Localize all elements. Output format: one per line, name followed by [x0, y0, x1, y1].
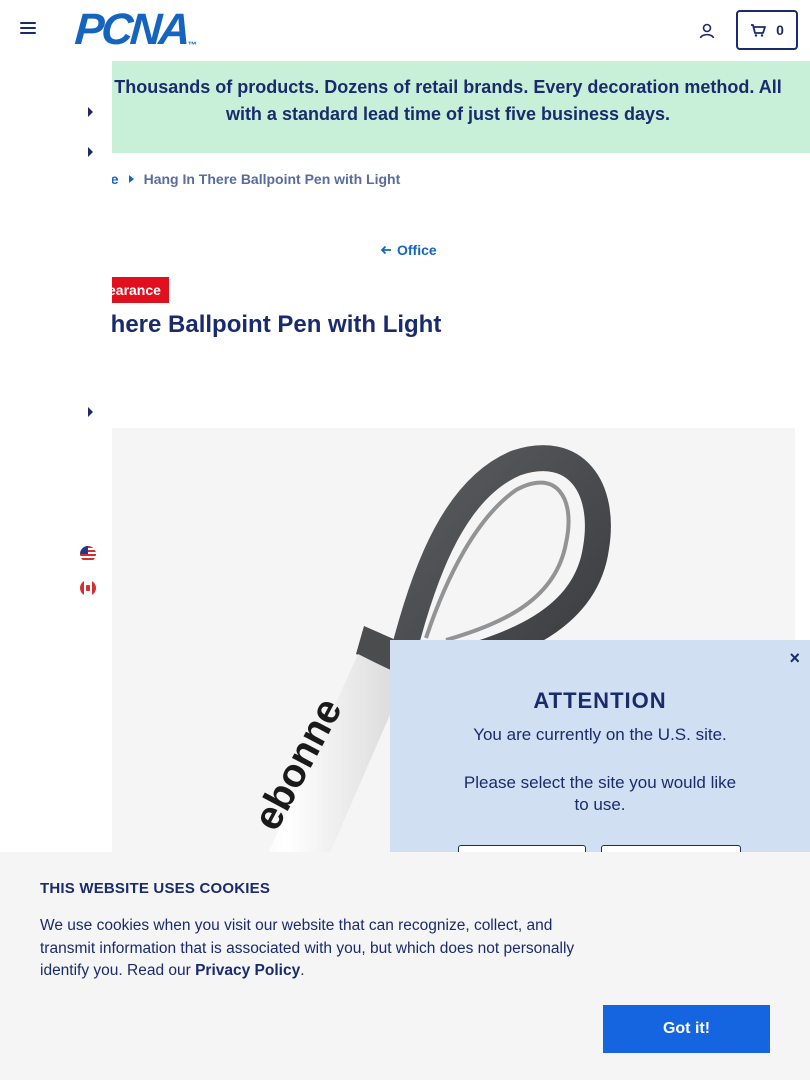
- cookie-banner: THIS WEBSITE USES COOKIES We use cookies…: [0, 852, 810, 1080]
- promo-banner: Thousands of products. Dozens of retail …: [0, 61, 810, 153]
- cookie-body: We use cookies when you visit our websit…: [40, 915, 610, 983]
- site-select-modal: × ATTENTION You are currently on the U.S…: [390, 640, 810, 885]
- logo[interactable]: PCNA™: [73, 5, 197, 54]
- us-flag-icon[interactable]: [80, 546, 96, 562]
- modal-title: ATTENTION: [533, 688, 667, 713]
- cookie-text: We use cookies when you visit our websit…: [40, 917, 575, 979]
- logo-text: PCNA: [73, 5, 190, 54]
- cart-icon: [751, 24, 766, 37]
- canada-flag-icon[interactable]: [80, 580, 96, 596]
- close-icon[interactable]: ×: [789, 648, 800, 669]
- hamburger-icon[interactable]: [20, 22, 36, 38]
- product-title: There Ballpoint Pen with Light: [96, 311, 442, 338]
- back-link-label: Office: [397, 242, 437, 258]
- chevron-right-icon[interactable]: [88, 107, 93, 117]
- cart-count: 0: [776, 22, 784, 38]
- privacy-policy-link[interactable]: Privacy Policy: [195, 962, 300, 979]
- back-link[interactable]: Office: [380, 242, 437, 258]
- cookie-text-end: .: [300, 962, 305, 979]
- banner-text: Thousands of products. Dozens of retail …: [114, 77, 782, 124]
- chevron-right-icon: [128, 175, 134, 183]
- chevron-right-icon[interactable]: [88, 147, 93, 157]
- page: PCNA™ 0 Thousands of products. Dozens of…: [0, 0, 810, 1080]
- breadcrumb-current: Hang In There Ballpoint Pen with Light: [143, 171, 401, 187]
- header: PCNA™ 0: [0, 0, 810, 61]
- modal-message: You are currently on the U.S. site.: [473, 725, 727, 744]
- breadcrumb: ce Hang In There Ballpoint Pen with Ligh…: [103, 171, 400, 187]
- user-icon[interactable]: [698, 22, 716, 40]
- logo-tm: ™: [187, 40, 197, 50]
- modal-select-text: Please select the site you would like to…: [463, 773, 737, 814]
- chevron-right-icon[interactable]: [88, 407, 93, 417]
- cookie-title: THIS WEBSITE USES COOKIES: [40, 880, 271, 897]
- cart-button[interactable]: 0: [736, 10, 798, 50]
- back-arrow-icon: [380, 245, 391, 255]
- got-it-button[interactable]: Got it!: [603, 1005, 770, 1053]
